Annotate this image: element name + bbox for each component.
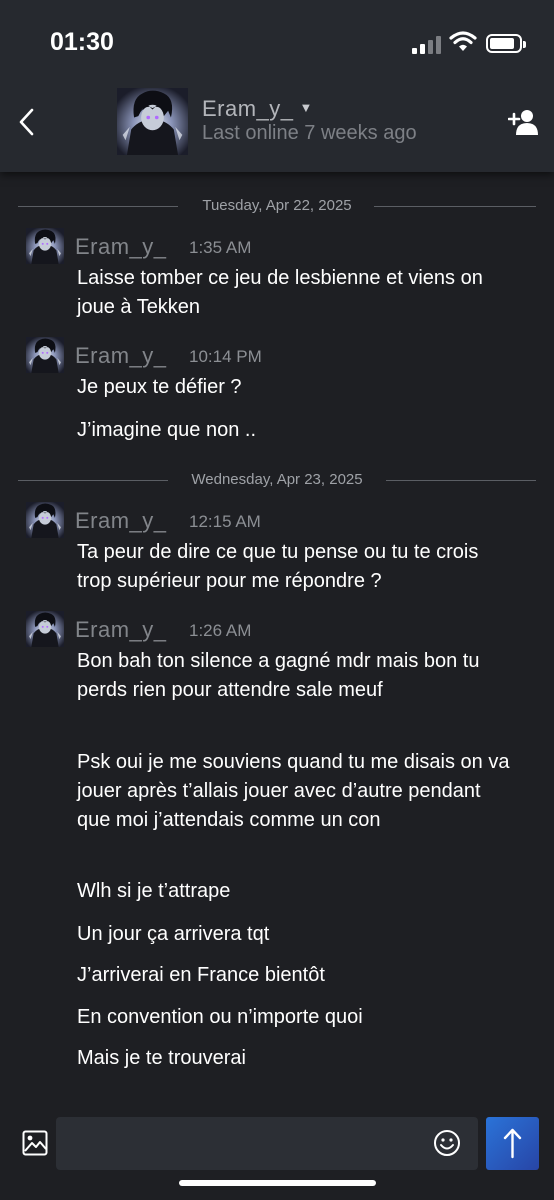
attach-image-button[interactable] [22, 1130, 48, 1156]
message-timestamp: 12:15 AM [189, 512, 261, 531]
message-text: J’arriverai en France bientôt [77, 964, 325, 986]
emoji-button[interactable] [433, 1129, 461, 1157]
message-text: Wlh si je t’attrape [77, 880, 231, 902]
header-avatar[interactable] [117, 88, 188, 155]
sender-avatar[interactable] [26, 611, 64, 647]
sender-name[interactable]: Eram_y_ [75, 508, 167, 534]
contact-name[interactable]: Eram_y_ ▼ [202, 96, 313, 122]
chat-header: 01:30 Eram_y_ ▼ Last online 7 weeks ago [0, 0, 554, 172]
date-separator-label: Wednesday, Apr 23, 2025 [191, 471, 363, 488]
sender-avatar[interactable] [26, 228, 64, 264]
message-timestamp: 1:26 AM [189, 621, 252, 640]
date-separator-label: Tuesday, Apr 22, 2025 [202, 197, 352, 214]
chevron-down-icon: ▼ [299, 100, 313, 115]
cellular-signal-icon [412, 34, 442, 54]
message-text: Ta peur de dire ce que tu pense ou tu te… [77, 541, 479, 592]
message-text: Un jour ça arrivera tqt [77, 923, 270, 945]
message-timestamp: 10:14 PM [189, 347, 262, 366]
status-time: 01:30 [50, 28, 114, 56]
sender-name[interactable]: Eram_y_ [75, 234, 167, 260]
battery-icon [486, 34, 526, 53]
message-text: Mais je te trouverai [77, 1047, 246, 1069]
date-separator: Wednesday, Apr 23, 2025 [18, 471, 536, 491]
back-button[interactable] [14, 106, 40, 138]
sender-avatar[interactable] [26, 337, 64, 373]
contact-name-text: Eram_y_ [202, 96, 294, 121]
sender-name[interactable]: Eram_y_ [75, 343, 167, 369]
message-text: Je peux te défier ? [77, 376, 242, 398]
message-text: Bon bah ton silence a gagné mdr mais bon… [77, 650, 480, 701]
send-button[interactable] [486, 1117, 539, 1170]
arrow-up-icon [503, 1128, 522, 1159]
home-indicator [179, 1180, 376, 1186]
sender-avatar[interactable] [26, 502, 64, 538]
sender-name[interactable]: Eram_y_ [75, 617, 167, 643]
message-input[interactable] [56, 1117, 478, 1170]
date-separator: Tuesday, Apr 22, 2025 [18, 197, 536, 217]
wifi-icon [449, 31, 477, 51]
message-timestamp: 1:35 AM [189, 238, 252, 257]
last-online-status: Last online 7 weeks ago [202, 122, 417, 144]
message-text: Psk oui je me souviens quand tu me disai… [77, 751, 510, 831]
add-friend-button[interactable] [508, 108, 538, 136]
message-text: Laisse tomber ce jeu de lesbienne et vie… [77, 267, 483, 318]
message-text: En convention ou n’importe quoi [77, 1006, 363, 1028]
message-text: J’imagine que non .. [77, 419, 257, 441]
